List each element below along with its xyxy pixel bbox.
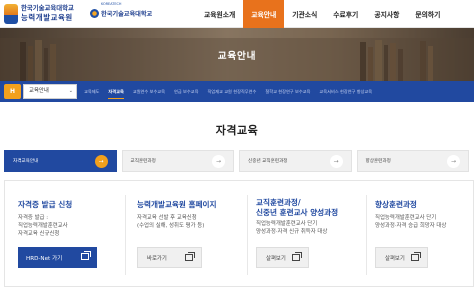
column-divider (366, 195, 367, 275)
site-header: 한국기술교육대학교 능력개발교육원 KOREATECH 한국기술교육대학교 교육… (0, 0, 474, 28)
hrd-net-button[interactable]: HRD-Net 가기 (18, 247, 97, 268)
desc-line: (수업의 실해, 성취도 평가 등) (137, 222, 205, 229)
partner-emblem-icon (90, 8, 99, 18)
nav-item-contact[interactable]: 문의하기 (407, 0, 448, 28)
nav-item-about[interactable]: 교육원소개 (196, 0, 243, 28)
arrow-right-icon: → (447, 155, 460, 168)
subnav-item[interactable]: 연금 보수교육 (174, 81, 198, 102)
column-title: 교직훈련과정/ (256, 198, 301, 207)
logo-emblem-icon (4, 4, 18, 24)
page-title: 자격교육 (215, 124, 259, 137)
page: 한국기술교육대학교 능력개발교육원 KOREATECH 한국기술교육대학교 교육… (0, 0, 474, 287)
arrow-right-icon: → (94, 155, 108, 168)
desc-line: 양성과정·자격 승급 희망자 대상 (375, 222, 447, 229)
external-link-icon (185, 252, 195, 261)
partner-logo[interactable]: KOREATECH 한국기술교육대학교 (90, 2, 153, 20)
section-select-value: 교육안내 (29, 88, 49, 94)
column-title: 향상훈련과정 (375, 200, 417, 209)
home-icon: H (9, 88, 16, 95)
view-advanced-course-button[interactable]: 살펴보기 (375, 247, 428, 268)
logo-university-name: 한국기술교육대학교 (21, 4, 74, 12)
button-label: 살펴보기 (385, 255, 405, 262)
column-homepage: 능력개발교육원 홈페이지 자격교육 선발 후 교육신청 (수업의 실해, 성취도… (137, 181, 245, 287)
column-description: 자격교육 선발 후 교육신청 (수업의 실해, 성취도 평가 등) (137, 215, 245, 231)
logo-center-name: 능력개발교육원 (21, 13, 73, 22)
subnav-item[interactable]: 직업재교 교원 현장직무연수 (207, 81, 256, 102)
nav-item-notices[interactable]: 공지사항 (366, 0, 407, 28)
main-nav: 교육원소개 교육안내 기관소식 수료후기 공지사항 문의하기 (196, 0, 448, 28)
chevron-down-icon: ⌄ (68, 88, 73, 94)
nav-item-reviews[interactable]: 수료후기 (325, 0, 366, 28)
tab-label: 교직훈련과정 (130, 159, 156, 164)
hero-title: 교육안내 (217, 51, 257, 62)
sub-nav: 교육제도 자격교육 교원연수 보수교육 연금 보수교육 직업재교 교원 현장직무… (84, 81, 381, 102)
column-divider (125, 195, 126, 275)
nav-item-news[interactable]: 기관소식 (284, 0, 325, 28)
subnav-item[interactable]: 교육서비스 현장연구 향상교육 (319, 81, 372, 102)
button-label: 바로가기 (147, 255, 167, 262)
column-description: 직업능력개발훈련교사 단기 양성과정·자격 신규 취득자 대상 (256, 221, 356, 237)
column-description: 직업능력개발훈련교사 단기 양성과정·자격 승급 희망자 대상 (375, 215, 471, 231)
tab-teacher-training[interactable]: 교직훈련과정 → (121, 150, 234, 172)
section-select[interactable]: 교육안내 ⌄ (23, 84, 77, 99)
column-divider (247, 195, 248, 275)
column-certificate: 자격증 발급 신청 자격증 발급 : 직업능력개발훈련교사 자격교육 신규신청 (18, 181, 123, 287)
tab-midcareer-training[interactable]: 신중년 교직훈련과정 → (239, 150, 352, 172)
arrow-right-icon: → (212, 155, 225, 168)
desc-line: 직업능력개발훈련교사 (18, 222, 68, 229)
location-bar: H 교육안내 ⌄ 교육제도 자격교육 교원연수 보수교육 연금 보수교육 직업재… (0, 81, 474, 102)
content-box: 자격증 발급 신청 자격증 발급 : 직업능력개발훈련교사 자격교육 신규신청 … (4, 180, 474, 287)
view-teacher-course-button[interactable]: 살펴보기 (256, 247, 309, 268)
tab-advanced-training[interactable]: 향상훈련과정 → (356, 150, 469, 172)
tab-label: 자격교육안내 (13, 159, 39, 164)
button-label: 살펴보기 (266, 255, 286, 262)
desc-line: 자격교육 선발 후 교육신청 (137, 215, 197, 221)
tab-label: 신중년 교직훈련과정 (248, 159, 288, 164)
arrow-right-icon: → (329, 155, 343, 168)
tab-bar: 자격교육안내 → 교직훈련과정 → 신중년 교직훈련과정 → 향상훈련과정 → (4, 150, 474, 172)
hero-banner: 교육안내 (0, 28, 474, 81)
button-label: HRD-Net 가기 (26, 255, 63, 262)
column-title: 자격증 발급 신청 (18, 200, 73, 209)
external-link-icon (292, 252, 302, 261)
column-title: 능력개발교육원 홈페이지 (137, 200, 217, 209)
partner-sup-label: KOREATECH (101, 2, 122, 6)
go-homepage-button[interactable]: 바로가기 (137, 247, 202, 268)
subnav-item[interactable]: 철학교 현장연구 보수교육 (265, 81, 310, 102)
tab-qualification-info[interactable]: 자격교육안내 → (4, 150, 117, 172)
subnav-item-active[interactable]: 자격교육 (108, 81, 125, 102)
desc-line: 직업능력개발훈련교사 단기 (375, 215, 437, 221)
column-teacher-course: 교직훈련과정/ 신중년 훈련교사 양성과정 직업능력개발훈련교사 단기 양성과정… (256, 181, 356, 287)
external-link-icon (81, 251, 91, 260)
partner-name: 한국기술교육대학교 (101, 10, 153, 18)
column-title-line2: 신중년 훈련교사 양성과정 (256, 208, 339, 217)
tab-label: 향상훈련과정 (365, 159, 391, 164)
home-button[interactable]: H (4, 84, 21, 99)
desc-line: 자격증 발급 : (18, 215, 49, 221)
desc-line: 양성과정·자격 신규 취득자 대상 (256, 228, 328, 235)
column-description: 자격증 발급 : 직업능력개발훈련교사 자격교육 신규신청 (18, 215, 123, 238)
subnav-item[interactable]: 교육제도 (84, 81, 99, 102)
subnav-item[interactable]: 교원연수 보수교육 (133, 81, 165, 102)
column-advanced-course: 향상훈련과정 직업능력개발훈련교사 단기 양성과정·자격 승급 희망자 대상 (375, 181, 471, 287)
desc-line: 자격교육 신규신청 (18, 230, 60, 237)
nav-item-education[interactable]: 교육안내 (243, 0, 285, 28)
desc-line: 직업능력개발훈련교사 단기 (256, 221, 318, 227)
external-link-icon (411, 252, 421, 261)
